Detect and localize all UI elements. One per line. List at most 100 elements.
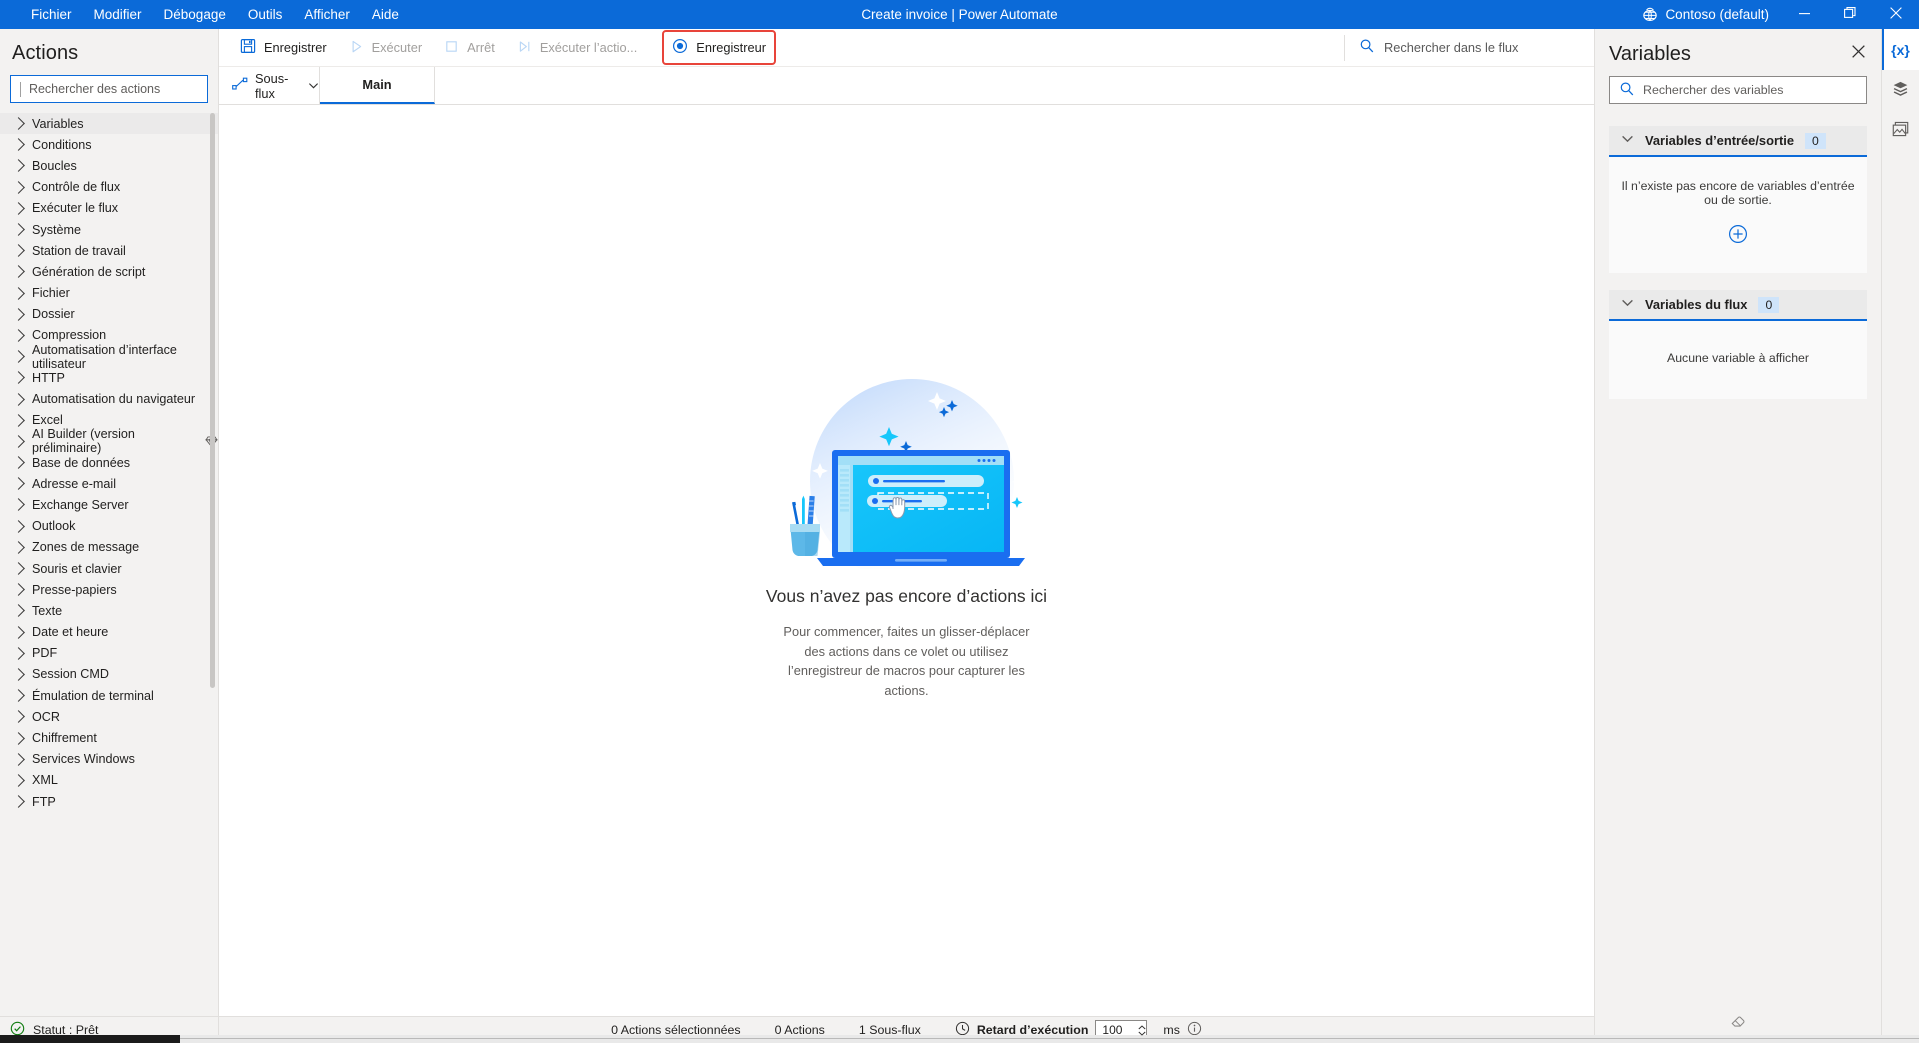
stop-square-icon	[444, 39, 459, 57]
variables-search-box[interactable]: Rechercher des variables	[1609, 76, 1867, 104]
sidebar-item-souris-et-clavier[interactable]: Souris et clavier	[0, 558, 218, 579]
sidebar-item-zones-de-message[interactable]: Zones de message	[0, 537, 218, 558]
chevron-right-icon	[12, 371, 25, 385]
stepper-down-icon[interactable]	[1137, 1031, 1146, 1036]
menu-outils[interactable]: Outils	[237, 3, 294, 27]
actions-category-list[interactable]: Variables Conditions Boucles Contrôle de fl…	[0, 113, 218, 1016]
chevron-right-icon	[12, 498, 25, 512]
io-variables-header[interactable]: Variables d’entrée/sortie 0	[1609, 126, 1867, 157]
sidebar-item-ex-cuter-le-flux[interactable]: Exécuter le flux	[0, 198, 218, 219]
globe-tenant-icon	[1642, 7, 1658, 23]
menu-aide[interactable]: Aide	[361, 3, 410, 27]
sidebar-item-label: Adresse e-mail	[32, 476, 116, 491]
sidebar-item-chiffrement[interactable]: Chiffrement	[0, 727, 218, 748]
sidebar-item-label: Émulation de terminal	[32, 688, 154, 703]
sidebar-item-session-cmd[interactable]: Session CMD	[0, 664, 218, 685]
variables-panel-close-button[interactable]	[1845, 41, 1871, 67]
actions-search-box[interactable]	[10, 75, 208, 103]
sidebar-item-outlook[interactable]: Outlook	[0, 516, 218, 537]
run-action-label: Exécuter l’actio...	[539, 40, 638, 55]
sidebar-item-xml[interactable]: XML	[0, 770, 218, 791]
sidebar-item-ftp[interactable]: FTP	[0, 791, 218, 812]
eraser-icon[interactable]	[1730, 1012, 1747, 1034]
menu-modifier[interactable]: Modifier	[83, 3, 153, 27]
sidebar-item-date-et-heure[interactable]: Date et heure	[0, 622, 218, 643]
taskbar-divider	[180, 1038, 1919, 1039]
tab-main[interactable]: Main	[320, 67, 435, 104]
chevron-right-icon	[12, 117, 25, 130]
stop-button[interactable]: Arrêt	[433, 33, 506, 63]
minimize-button[interactable]	[1781, 0, 1827, 29]
recorder-button[interactable]: Enregistreur	[662, 30, 776, 65]
sidebar-item-label: Base de données	[32, 455, 131, 470]
rail-button-variables[interactable]: {x}	[1881, 29, 1919, 70]
menu-afficher[interactable]: Afficher	[293, 3, 361, 27]
save-button[interactable]: Enregistrer	[229, 33, 338, 63]
sidebar-item-presse-papiers[interactable]: Presse-papiers	[0, 579, 218, 600]
sidebar-item-label: Excel	[32, 413, 63, 428]
sidebar-item-ocr[interactable]: OCR	[0, 706, 218, 727]
run-label: Exécuter	[371, 40, 423, 55]
flow-variables-empty-text: Aucune variable à afficher	[1667, 351, 1809, 365]
close-button[interactable]	[1873, 0, 1919, 29]
sidebar-item-g-n-ration-de-script[interactable]: Génération de script	[0, 261, 218, 282]
flow-canvas[interactable]: Vous n’avez pas encore d’actions ici Pou…	[219, 105, 1594, 1016]
sidebar-item-label: Station de travail	[32, 243, 126, 258]
chevron-down-icon[interactable]	[1621, 296, 1634, 314]
sidebar-item-label: Texte	[32, 603, 63, 618]
sidebar-item-automatisation-du-navigateur[interactable]: Automatisation du navigateur	[0, 388, 218, 409]
sidebar-item-contr-le-de-flux[interactable]: Contrôle de flux	[0, 177, 218, 198]
sidebar-item-station-de-travail[interactable]: Station de travail	[0, 240, 218, 261]
chevron-down-icon	[308, 80, 319, 91]
flow-variables-header[interactable]: Variables du flux 0	[1609, 290, 1867, 321]
sidebar-item-automatisation-d-interface-utilisateur[interactable]: Automatisation d’interface utilisateur	[0, 343, 218, 371]
sidebar-scrollbar[interactable]	[210, 113, 215, 688]
subflow-dropdown[interactable]: Sous-flux	[219, 67, 320, 104]
stepper-up-icon[interactable]	[1137, 1024, 1146, 1030]
sidebar-item-texte[interactable]: Texte	[0, 600, 218, 621]
chevron-right-icon	[12, 583, 25, 597]
sidebar-item-boucles[interactable]: Boucles	[0, 155, 218, 176]
sidebar-item-label: Souris et clavier	[32, 561, 122, 576]
sidebar-item-mulation-de-terminal[interactable]: Émulation de terminal	[0, 685, 218, 706]
step-over-icon	[517, 39, 532, 57]
flow-variables-count: 0	[1758, 296, 1780, 313]
rail-button-images[interactable]	[1882, 111, 1919, 152]
sidebar-item-exchange-server[interactable]: Exchange Server	[0, 494, 218, 515]
tenant-indicator[interactable]: Contoso (default)	[1630, 7, 1781, 23]
run-button[interactable]: Exécuter	[338, 33, 434, 63]
sidebar-item-syst-me[interactable]: Système	[0, 219, 218, 240]
chevron-down-icon[interactable]	[1621, 132, 1634, 150]
chevron-right-icon	[12, 413, 25, 427]
tenant-label: Contoso (default)	[1665, 7, 1769, 22]
sidebar-item-conditions[interactable]: Conditions	[0, 134, 218, 155]
sidebar-item-pdf[interactable]: PDF	[0, 643, 218, 664]
chevron-right-icon	[12, 752, 25, 766]
sidebar-item-adresse-e-mail[interactable]: Adresse e-mail	[0, 473, 218, 494]
power-automate-designer-window: Fichier Modifier Débogage Outils Affiche…	[0, 0, 1919, 1043]
sidebar-item-dossier[interactable]: Dossier	[0, 304, 218, 325]
rail-button-ui-elements[interactable]	[1882, 70, 1919, 111]
run-action-button[interactable]: Exécuter l’actio...	[506, 33, 648, 63]
sidebar-item-ai-builder-version-pr-liminaire[interactable]: AI Builder (version préliminaire)	[0, 427, 218, 455]
search-input[interactable]	[28, 82, 201, 96]
chevron-right-icon	[12, 646, 25, 660]
menu-bar: Fichier Modifier Débogage Outils Affiche…	[0, 3, 410, 27]
delay-stepper[interactable]	[1137, 1024, 1146, 1036]
actions-search-wrap	[0, 75, 218, 103]
sidebar-item-variables[interactable]: Variables	[0, 113, 218, 135]
maximize-button[interactable]	[1827, 0, 1873, 29]
sidebar-item-label: Automatisation du navigateur	[32, 392, 196, 407]
flow-variables-body: Aucune variable à afficher	[1609, 321, 1867, 399]
sidebar-item-label: Conditions	[32, 137, 92, 152]
empty-state: Vous n’avez pas encore d’actions ici Pou…	[766, 369, 1047, 700]
sidebar-item-fichier[interactable]: Fichier	[0, 283, 218, 304]
close-icon	[1890, 6, 1902, 24]
sidebar-item-services-windows[interactable]: Services Windows	[0, 749, 218, 770]
menu-fichier[interactable]: Fichier	[20, 3, 83, 27]
sidebar-item-label: Chiffrement	[32, 731, 97, 746]
add-io-variable-button[interactable]	[1728, 224, 1748, 249]
flow-search-box[interactable]: Rechercher dans le flux	[1344, 34, 1594, 61]
right-icon-rail: {x}	[1881, 29, 1919, 1043]
menu-debogage[interactable]: Débogage	[153, 3, 237, 27]
